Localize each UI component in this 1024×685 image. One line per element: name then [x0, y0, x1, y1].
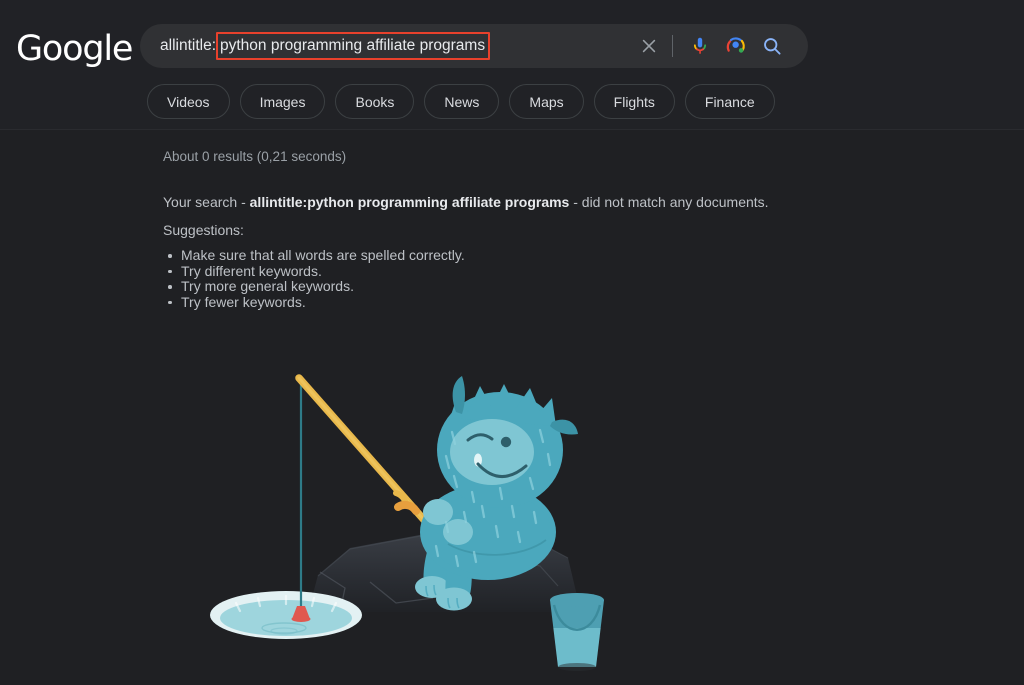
search-header: Google allintitle: python programming aff… [0, 0, 1024, 130]
suggestions-label: Suggestions: [163, 222, 244, 238]
list-item: Try fewer keywords. [163, 294, 465, 311]
microphone-icon[interactable] [682, 26, 718, 66]
chip-finance[interactable]: Finance [684, 84, 775, 119]
list-item: Try more general keywords. [163, 278, 465, 295]
search-input[interactable]: allintitle: python programming affiliate … [140, 24, 631, 68]
suggestions-list: Make sure that all words are spelled cor… [163, 247, 465, 311]
google-lens-icon[interactable] [718, 26, 754, 66]
result-stats: About 0 results (0,21 seconds) [163, 149, 347, 164]
chip-maps[interactable]: Maps [509, 84, 584, 119]
no-match-prefix: Your search - [163, 194, 250, 210]
actions-divider [672, 35, 673, 57]
no-match-suffix: - did not match any documents. [569, 194, 769, 210]
close-icon[interactable] [631, 26, 667, 66]
yeti-hand-upper [423, 499, 453, 525]
chip-news[interactable]: News [424, 84, 500, 119]
google-logo[interactable]: Google [16, 29, 133, 69]
reel-grip [394, 501, 420, 515]
filter-chip-row: Videos Images Books News Maps Flights Fi… [147, 84, 775, 119]
chip-books[interactable]: Books [335, 84, 415, 119]
yeti-ice-fishing-illustration [200, 360, 640, 685]
query-highlighted-text: python programming affiliate programs [216, 31, 491, 61]
list-item: Make sure that all words are spelled cor… [163, 247, 465, 264]
search-actions [631, 24, 808, 68]
chip-videos[interactable]: Videos [147, 84, 230, 119]
yeti-foot-front [436, 587, 472, 611]
water-surface [220, 600, 352, 636]
search-icon[interactable] [754, 26, 790, 66]
search-box[interactable]: allintitle: python programming affiliate … [140, 24, 808, 68]
chip-images[interactable]: Images [239, 84, 326, 119]
list-item: Try different keywords. [163, 263, 465, 280]
no-match-query: allintitle:python programming affiliate … [249, 194, 570, 210]
no-match-message: Your search - allintitle:python programm… [163, 194, 769, 210]
bucket [550, 593, 604, 671]
results-area: About 0 results (0,21 seconds) Your sear… [0, 130, 1024, 685]
query-prefix-text: allintitle: [160, 37, 216, 55]
yeti-eye-open [500, 436, 512, 448]
chip-flights[interactable]: Flights [593, 84, 675, 119]
